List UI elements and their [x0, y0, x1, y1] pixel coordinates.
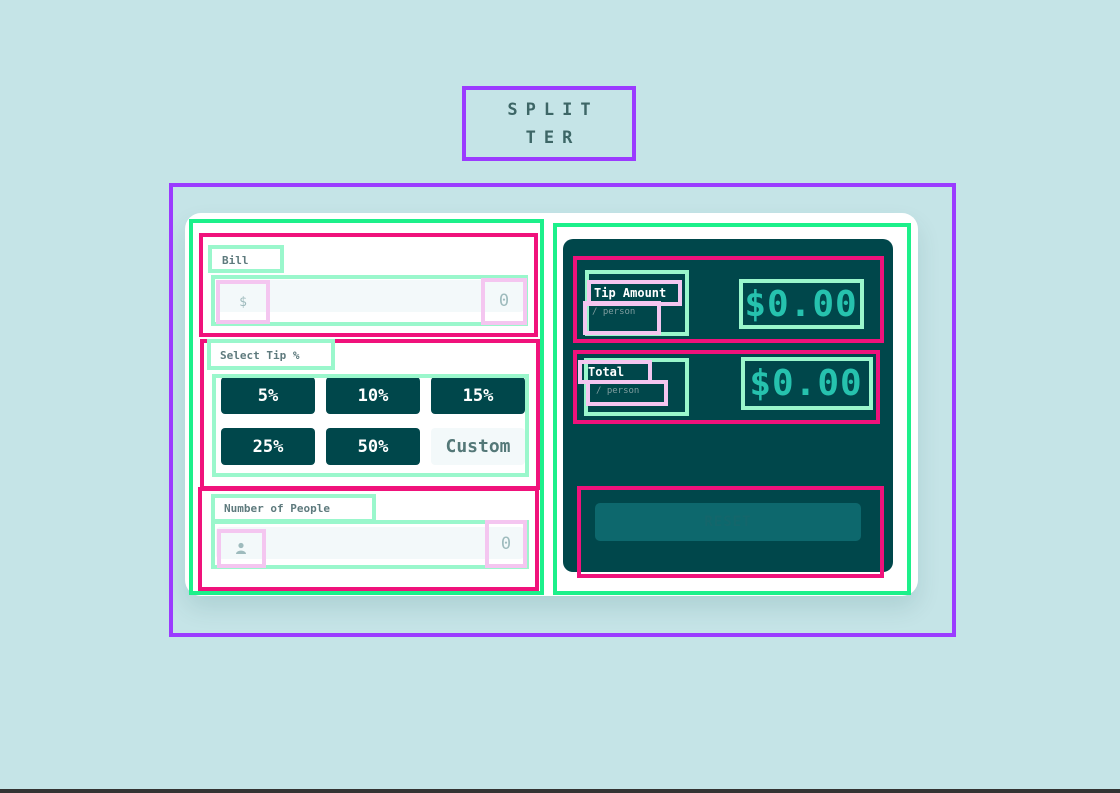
tip-label-annotation-box: [207, 339, 335, 370]
logo-annotation-box: [462, 86, 636, 161]
tip-amount-value-annotation-box: [739, 279, 864, 329]
people-placeholder-annotation-box: [485, 520, 527, 568]
bottom-edge-bar: [0, 789, 1120, 793]
tip-grid-annotation-box: [212, 374, 529, 477]
total-sub-annotation-box: [586, 380, 668, 406]
reset-annotation-box: [577, 486, 884, 578]
people-label-annotation-box: [211, 494, 376, 523]
total-value-annotation-box: [741, 357, 873, 410]
bill-placeholder-annotation-box: [481, 278, 527, 325]
person-icon-annotation-box: [217, 529, 266, 568]
tip-amount-sub-annotation-box: [583, 301, 661, 335]
dollar-icon-annotation-box: [216, 280, 270, 324]
bill-label-annotation-box: [208, 245, 284, 273]
